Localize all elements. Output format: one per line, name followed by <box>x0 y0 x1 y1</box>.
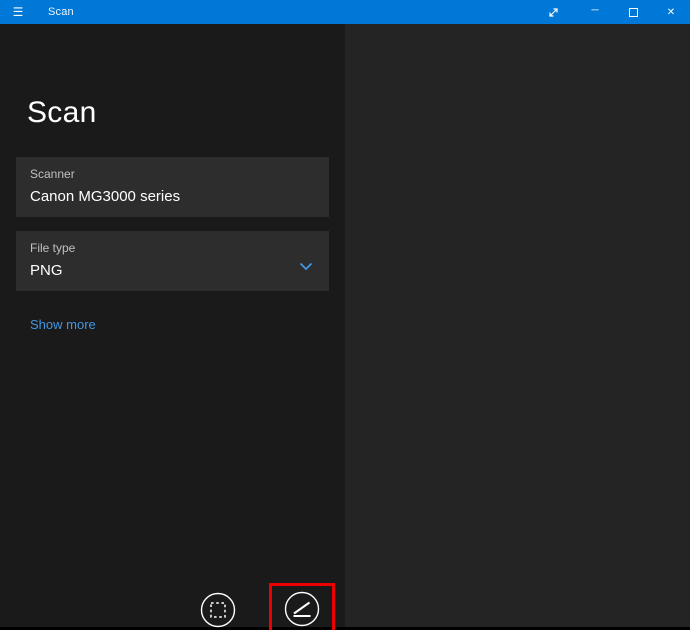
preview-marquee-icon <box>200 592 236 628</box>
scan-app-window: ☰ Scan ─ ✕ Scan Scanner Canon MG3000 ser… <box>0 0 690 630</box>
preview-area <box>345 24 690 627</box>
window-title: Scan <box>48 6 74 18</box>
scanner-icon <box>284 591 320 627</box>
fullscreen-icon <box>548 7 558 17</box>
scanner-field[interactable]: Scanner Canon MG3000 series <box>16 157 329 217</box>
titlebar-left: ☰ Scan <box>0 0 74 24</box>
maximize-icon <box>628 7 638 17</box>
scanner-label: Scanner <box>30 167 75 181</box>
close-icon: ✕ <box>666 6 676 18</box>
file-type-dropdown[interactable]: File type PNG <box>16 231 329 291</box>
chevron-down-icon <box>299 262 313 271</box>
minimize-icon: ─ <box>591 4 599 16</box>
file-type-label: File type <box>30 241 76 255</box>
titlebar: ☰ Scan ─ ✕ <box>0 0 690 24</box>
scan-button[interactable]: Scan <box>272 590 332 630</box>
file-type-value: PNG <box>30 262 63 279</box>
page-title: Scan <box>27 96 97 129</box>
show-more-link[interactable]: Show more <box>30 317 96 332</box>
settings-pane: Scan Scanner Canon MG3000 series File ty… <box>0 24 345 630</box>
window-controls: ─ ✕ <box>530 0 690 24</box>
scanner-value: Canon MG3000 series <box>30 188 181 205</box>
hamburger-icon: ☰ <box>12 5 24 19</box>
preview-button[interactable]: Preview <box>188 591 248 630</box>
app-content: Scan Scanner Canon MG3000 series File ty… <box>0 24 690 630</box>
close-button[interactable]: ✕ <box>652 0 690 24</box>
hamburger-menu-button[interactable]: ☰ <box>0 0 36 24</box>
minimize-button[interactable]: ─ <box>576 0 614 24</box>
maximize-button[interactable] <box>614 0 652 24</box>
fullscreen-button[interactable] <box>530 0 576 24</box>
